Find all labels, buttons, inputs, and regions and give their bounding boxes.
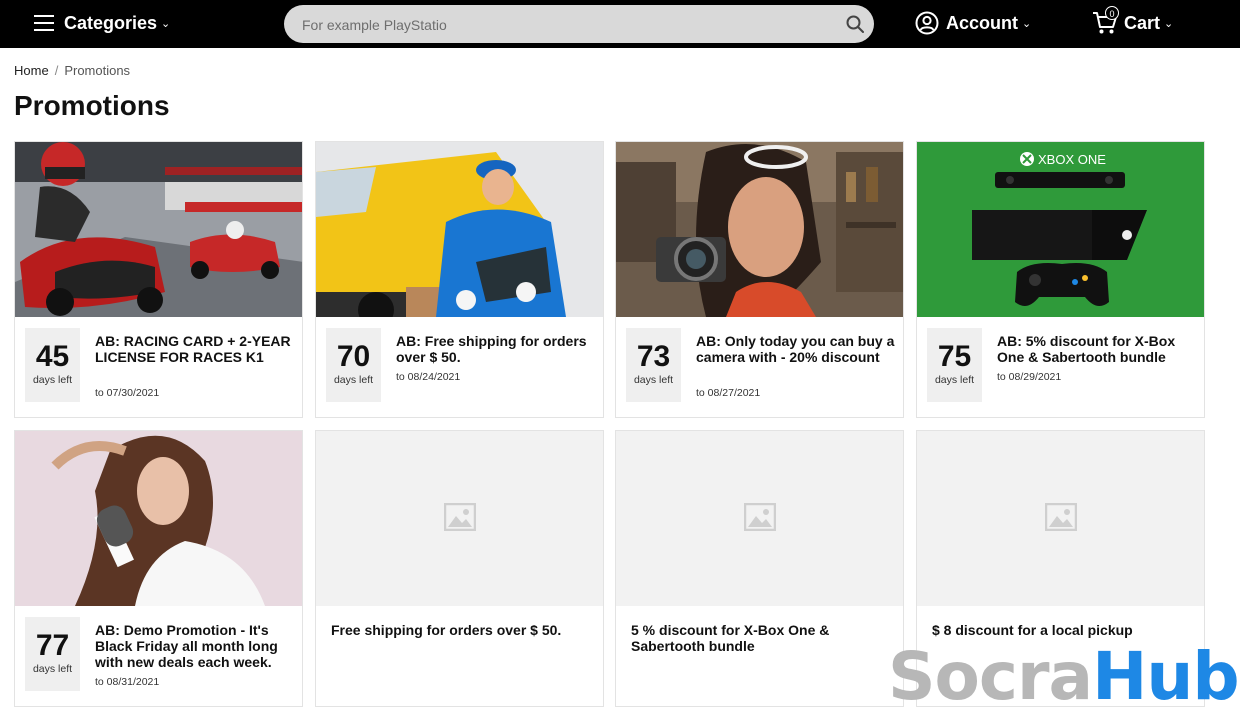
days-left-number: 77 [35, 629, 70, 662]
chevron-down-icon: ⌄ [1164, 18, 1174, 30]
breadcrumb: Home / Promotions [14, 63, 130, 78]
promotion-title[interactable]: AB: 5% discount for X-Box One & Sabertoo… [997, 333, 1197, 365]
image-placeholder-icon [444, 503, 476, 531]
account-label: Account [946, 13, 1018, 33]
promotion-card[interactable]: 5 % discount for X-Box One & Sabertooth … [615, 430, 904, 707]
xbox-logo-text: XBOX ONE [1038, 152, 1106, 167]
watermark-part2: Hub [1092, 638, 1239, 715]
promotion-end-date: to 07/30/2021 [95, 387, 160, 399]
cart-count-badge: 0 [1105, 6, 1119, 20]
image-placeholder-icon [744, 503, 776, 531]
breadcrumb-current: Promotions [64, 63, 131, 78]
menu-icon[interactable] [34, 15, 54, 31]
promotion-card[interactable]: XBOX ONE 75 days left AB: 5% discount fo… [916, 141, 1205, 418]
promotion-title[interactable]: AB: Demo Promotion - It's Black Friday a… [95, 622, 295, 670]
promotion-image-placeholder [616, 431, 903, 606]
promotion-title[interactable]: 5 % discount for X-Box One & Sabertooth … [631, 622, 891, 654]
search-icon[interactable] [846, 15, 864, 33]
watermark-part1: Socra [888, 638, 1093, 715]
promotion-image-placeholder [316, 431, 603, 606]
days-left-number: 75 [937, 340, 972, 373]
promotion-title[interactable]: $ 8 discount for a local pickup [932, 622, 1192, 638]
search-input[interactable] [300, 5, 834, 45]
promotion-image-placeholder [917, 431, 1204, 606]
promotion-title[interactable]: Free shipping for orders over $ 50. [331, 622, 591, 638]
cart-label: Cart [1124, 13, 1161, 33]
chevron-down-icon: ⌄ [161, 18, 171, 30]
promotion-end-date: to 08/24/2021 [396, 371, 461, 383]
promotion-image-hair [15, 431, 302, 606]
promotion-title[interactable]: AB: Only today you can buy a camera with… [696, 333, 896, 365]
promotion-image-camera [616, 142, 903, 317]
days-left-box: 70 days left [326, 325, 381, 402]
days-left-box: 77 days left [25, 614, 80, 691]
days-left-box: 45 days left [25, 325, 80, 402]
page-title: Promotions [14, 90, 170, 121]
days-left-number: 45 [35, 340, 70, 373]
top-navigation-bar: Categories⌄ Account⌄ 0 Cart⌄ [0, 0, 1240, 48]
promotion-card[interactable]: Free shipping for orders over $ 50. [315, 430, 604, 707]
days-left-box: 75 days left [927, 325, 982, 402]
search-bar [284, 5, 874, 45]
promotion-end-date: to 08/27/2021 [696, 387, 761, 399]
days-left-label: days left [32, 374, 73, 386]
days-left-label: days left [333, 374, 374, 386]
chevron-down-icon: ⌄ [1022, 18, 1032, 30]
promotion-card[interactable]: 73 days left AB: Only today you can buy … [615, 141, 904, 418]
days-left-label: days left [934, 374, 975, 386]
promotion-end-date: to 08/31/2021 [95, 676, 160, 688]
breadcrumb-separator: / [54, 63, 59, 78]
days-left-number: 70 [336, 340, 371, 373]
promotion-end-date: to 08/29/2021 [997, 371, 1062, 383]
promotion-image-xbox: XBOX ONE [917, 142, 1204, 317]
days-left-label: days left [32, 663, 73, 675]
promotion-image-go-kart [15, 142, 302, 317]
promotion-card[interactable]: 45 days left AB: RACING CARD + 2-YEAR LI… [14, 141, 303, 418]
promotion-image-delivery [316, 142, 603, 317]
categories-menu[interactable]: Categories ⌄ [64, 13, 170, 34]
categories-label: Categories [64, 13, 158, 33]
days-left-box: 73 days left [626, 325, 681, 402]
promotion-card[interactable]: 70 days left AB: Free shipping for order… [315, 141, 604, 418]
user-icon [915, 11, 939, 35]
promotion-title[interactable]: AB: Free shipping for orders over $ 50. [396, 333, 596, 365]
image-placeholder-icon [1045, 503, 1077, 531]
breadcrumb-home-link[interactable]: Home [14, 63, 49, 78]
days-left-number: 73 [636, 340, 671, 373]
promotion-card[interactable]: 77 days left AB: Demo Promotion - It's B… [14, 430, 303, 707]
days-left-label: days left [633, 374, 674, 386]
watermark-logo: SocraHub [888, 638, 1240, 715]
promotion-title[interactable]: AB: RACING CARD + 2-YEAR LICENSE FOR RAC… [95, 333, 295, 365]
